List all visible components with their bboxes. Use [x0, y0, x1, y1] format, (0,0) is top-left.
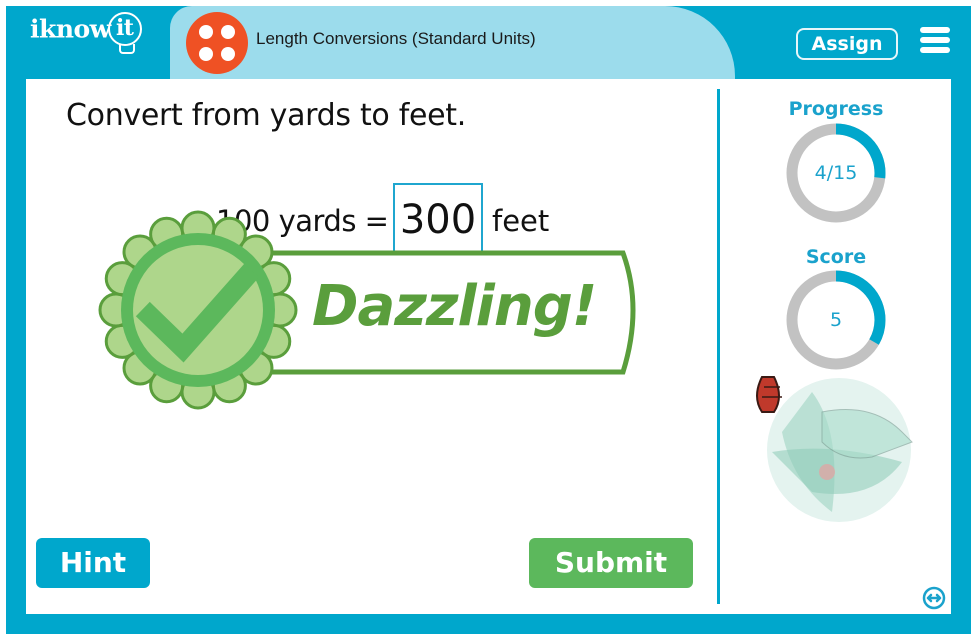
- logo-tail-text: it: [115, 15, 134, 41]
- feedback-message: Dazzling!: [312, 274, 597, 339]
- hamburger-menu-icon[interactable]: [920, 27, 950, 54]
- submit-button[interactable]: Submit: [529, 538, 693, 588]
- score-value: 5: [829, 309, 843, 331]
- expand-arrows-icon[interactable]: [922, 586, 946, 610]
- iknowit-logo[interactable]: iknow it: [30, 12, 142, 54]
- progress-label: Progress: [788, 98, 884, 120]
- lesson-title: Length Conversions (Standard Units): [256, 29, 536, 48]
- lightbulb-icon: it: [107, 12, 142, 54]
- panel-divider: [717, 89, 720, 604]
- question-prompt: Convert from yards to feet.: [66, 98, 466, 133]
- hint-button[interactable]: Hint: [36, 538, 150, 588]
- mascot-character-icon: [756, 376, 913, 522]
- logo-text: iknow: [30, 14, 111, 44]
- four-dots-icon: [186, 12, 248, 74]
- score-label: Score: [805, 246, 867, 268]
- progress-value: 4/15: [814, 162, 858, 184]
- assign-button[interactable]: Assign: [796, 28, 898, 60]
